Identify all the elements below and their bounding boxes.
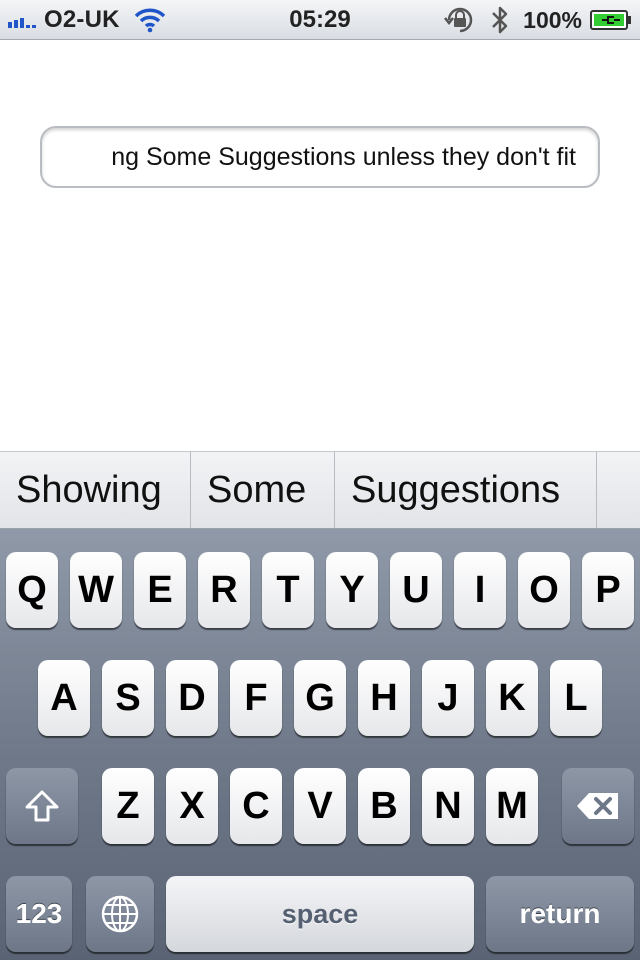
key-v[interactable]: V [294,768,346,844]
key-u[interactable]: U [390,552,442,628]
key-e[interactable]: E [134,552,186,628]
space-key[interactable]: space [166,876,474,952]
key-r[interactable]: R [198,552,250,628]
backspace-icon [577,793,618,819]
key-x[interactable]: X [166,768,218,844]
key-b[interactable]: B [358,768,410,844]
status-bar: O2-UK 05:29 100% [0,0,640,40]
shift-icon [25,790,59,822]
key-w[interactable]: W [70,552,122,628]
numbers-key[interactable]: 123 [6,876,72,952]
key-q[interactable]: Q [6,552,58,628]
key-t[interactable]: T [262,552,314,628]
globe-key[interactable] [86,876,154,952]
globe-icon [101,895,139,933]
key-g[interactable]: G [294,660,346,736]
suggestion-suggestions[interactable]: Suggestions [335,452,597,528]
key-z[interactable]: Z [102,768,154,844]
text-input-value: ng Some Suggestions unless they don't fi… [111,143,576,171]
key-i[interactable]: I [454,552,506,628]
bluetooth-icon [492,6,508,34]
key-o[interactable]: O [518,552,570,628]
battery-charging-icon [590,10,631,30]
keyboard: Q W E R T Y U I O P A S D F G H J K L Z … [0,529,640,960]
suggestion-some[interactable]: Some [191,452,335,528]
key-j[interactable]: J [422,660,474,736]
shift-key[interactable] [6,768,78,844]
suggestions-bar: Showing Some Suggestions [0,451,640,529]
battery-percent: 100% [523,6,582,33]
key-s[interactable]: S [102,660,154,736]
status-right: 100% [443,0,632,40]
orientation-lock-icon [444,7,473,33]
text-input[interactable]: ng Some Suggestions unless they don't fi… [40,126,600,188]
key-y[interactable]: Y [326,552,378,628]
key-h[interactable]: H [358,660,410,736]
key-n[interactable]: N [422,768,474,844]
key-m[interactable]: M [486,768,538,844]
key-a[interactable]: A [38,660,90,736]
key-c[interactable]: C [230,768,282,844]
key-f[interactable]: F [230,660,282,736]
return-key[interactable]: return [486,876,634,952]
suggestion-showing[interactable]: Showing [0,452,191,528]
key-l[interactable]: L [550,660,602,736]
backspace-key[interactable] [562,768,634,844]
key-d[interactable]: D [166,660,218,736]
key-k[interactable]: K [486,660,538,736]
key-p[interactable]: P [582,552,634,628]
